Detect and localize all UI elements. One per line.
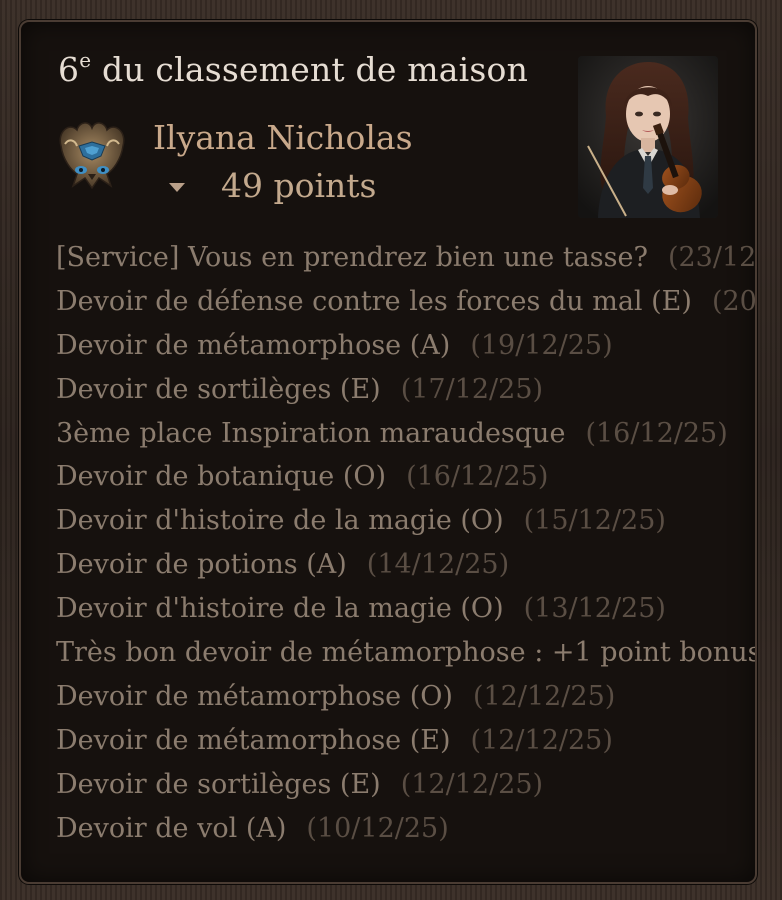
history-item: Devoir d'histoire de la magie (O) (13/12/…: [56, 593, 666, 625]
background-frame: 6e du classement de maison Ilyana Nichol…: [0, 0, 782, 900]
history-item: 3ème place Inspiration maraudesque (16/12…: [56, 417, 728, 449]
student-name: Ilyana Nicholas: [153, 118, 413, 157]
history-item: Devoir de défense contre les forces du m…: [56, 285, 757, 317]
history-item: Devoir de métamorphose (A) (19/12/25): [56, 329, 613, 361]
eagle-crest-icon: [55, 116, 129, 192]
rank-suffix: e: [79, 48, 92, 72]
history-item: Devoir d'histoire de la magie (O) (15/12/…: [56, 505, 666, 537]
points-row: 49 points: [169, 166, 376, 205]
rank-text: du classement de maison: [101, 50, 529, 89]
history-item: Devoir de sortilèges (E) (12/12/25): [56, 768, 544, 800]
history-item: Devoir de métamorphose (O) (12/12/25): [56, 680, 616, 712]
rank-title: 6e du classement de maison: [58, 48, 529, 89]
rank-number: 6: [58, 50, 80, 89]
history-item: Devoir de sortilèges (E) (17/12/25): [56, 373, 544, 405]
history-item: Devoir de potions (A) (14/12/25): [56, 549, 510, 581]
history-item: [Service] Vous en prendrez bien une tass…: [56, 242, 757, 273]
history-item: Devoir de vol (A) (10/12/25): [56, 812, 449, 844]
history-item: Très bon devoir de métamorphose : +1 poi…: [56, 637, 757, 669]
student-portrait: [578, 56, 718, 218]
history-item: Devoir de botanique (O) (16/12/25): [56, 461, 549, 493]
history-item: Devoir de métamorphose (E) (12/12/25): [56, 724, 613, 756]
student-points: 49 points: [221, 166, 377, 205]
house-ranking-card: 6e du classement de maison Ilyana Nichol…: [19, 20, 757, 884]
caret-down-icon: [169, 183, 185, 192]
points-history-list: [Service] Vous en prendrez bien une tass…: [56, 236, 757, 850]
